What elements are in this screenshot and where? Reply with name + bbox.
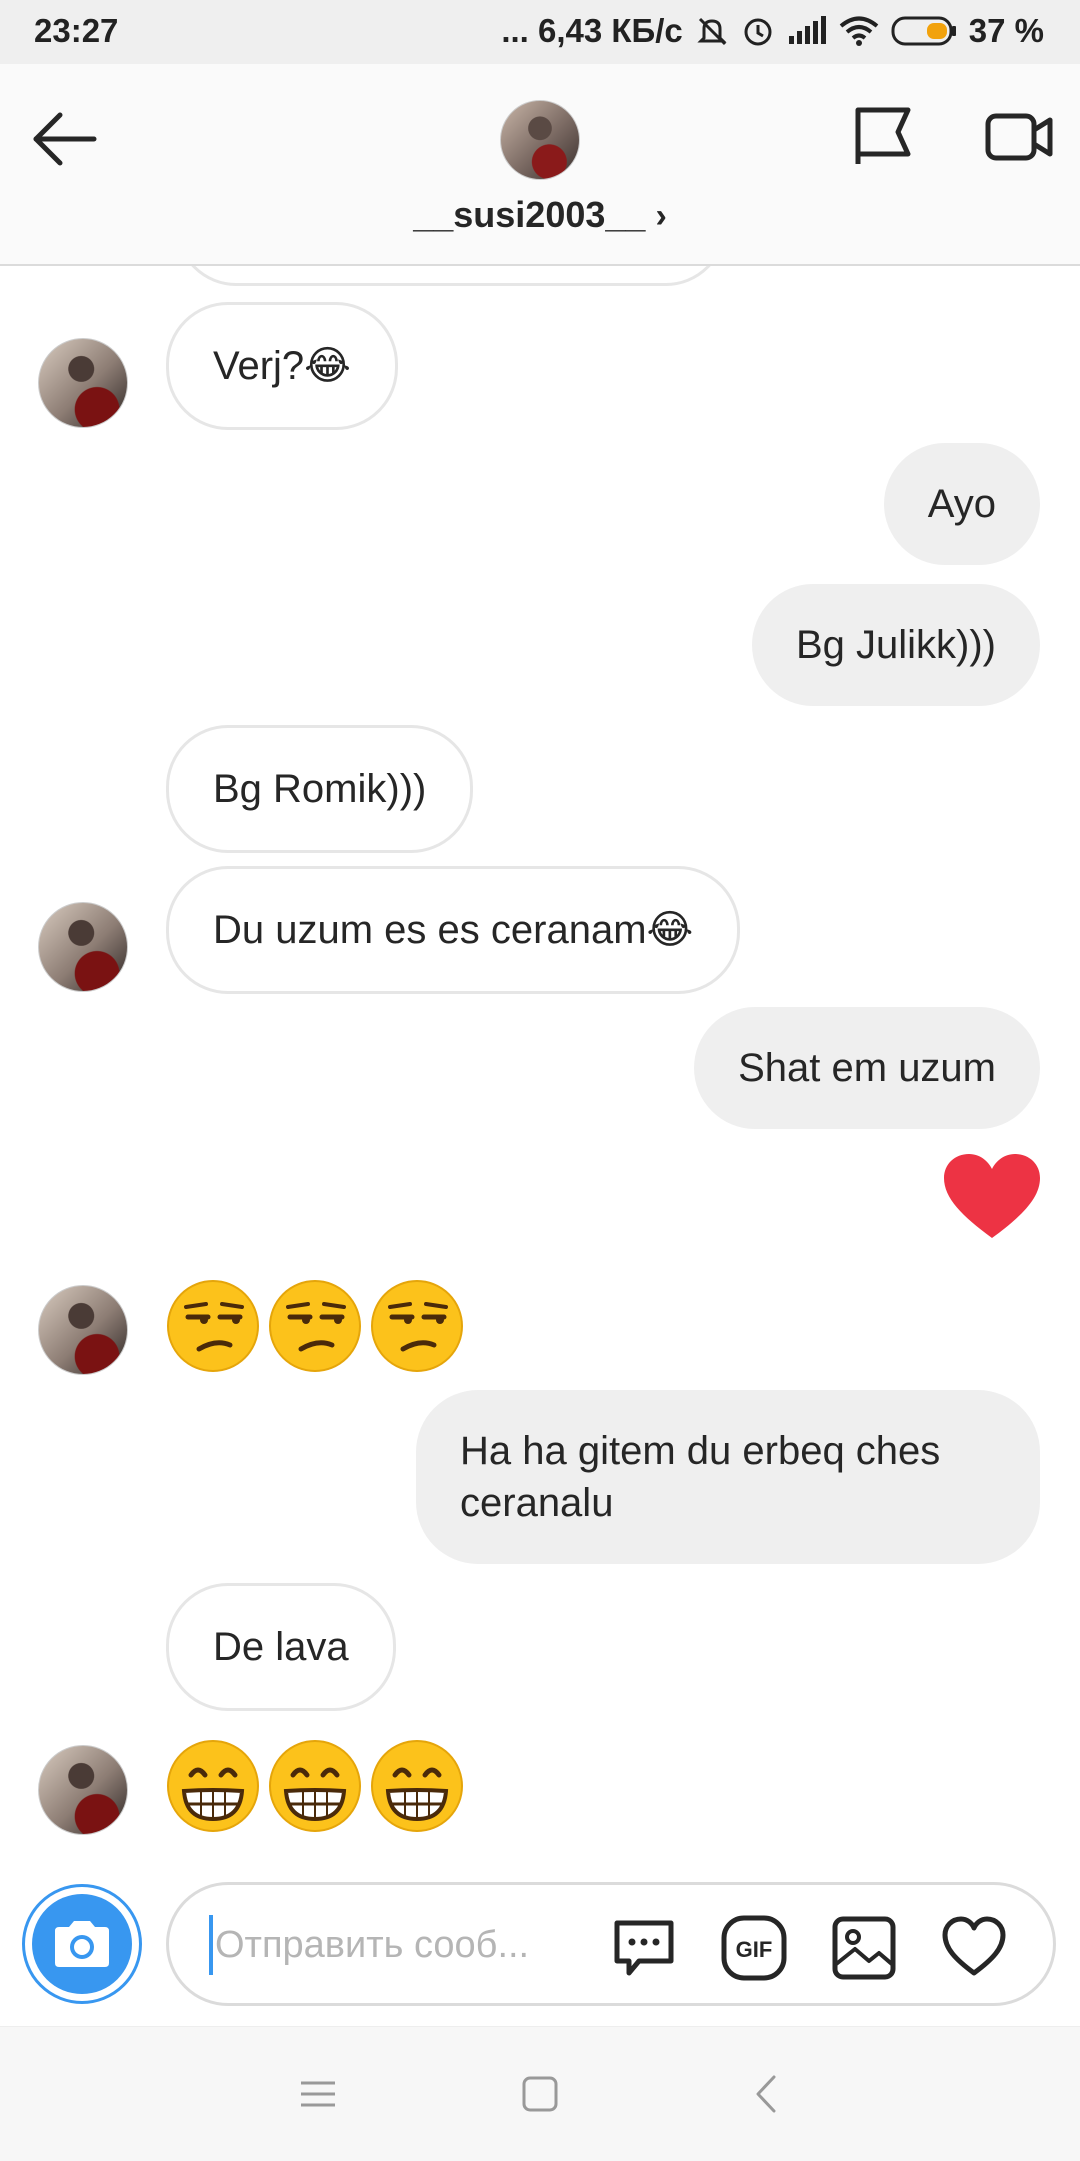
status-icons: ... 6,43 КБ/с 37 % [501,12,1044,50]
signal-icon [788,16,826,44]
unamused-face-icon [269,1280,361,1372]
message-bubble-incoming[interactable]: Du uzum es es ceranam😂 [166,866,741,994]
avatar[interactable] [38,338,128,428]
network-speed: ... 6,43 КБ/с [501,12,683,49]
system-nav-bar [0,2026,1080,2161]
battery-icon [891,16,956,46]
header-username[interactable]: __susi2003__ › [0,194,1080,236]
message-list[interactable]: Verj?😂 Ayo Bg Julikk))) Bg Romik))) Du u… [0,266,1080,1866]
home-icon[interactable] [515,2069,565,2119]
mute-icon [697,17,727,46]
grinning-face-icon [371,1740,463,1832]
message-bubble-partial [176,266,726,286]
message-bubble-outgoing[interactable]: Ha ha gitem du erbeq ches ceranalu [416,1390,1040,1564]
arrow-left-icon[interactable] [30,104,100,174]
gif-icon[interactable]: GIF [721,1915,787,1981]
message-input-container: GIF [166,1882,1056,2006]
message-bubble-outgoing[interactable]: Shat em uzum [694,1007,1040,1129]
video-camera-icon[interactable] [984,102,1054,172]
camera-button[interactable] [22,1884,142,2004]
heart-icon[interactable] [942,1152,1042,1242]
message-bubble-incoming[interactable]: De lava [166,1583,396,1711]
avatar[interactable] [38,1285,128,1375]
grinning-face-icon [167,1740,259,1832]
status-time: 23:27 [34,12,119,49]
grinning-face-icon [269,1740,361,1832]
avatar[interactable] [38,902,128,992]
emoji-message[interactable] [166,1739,464,1833]
camera-icon [32,1894,132,1994]
svg-text:GIF: GIF [736,1937,773,1962]
heart-icon[interactable] [941,1915,1007,1981]
unamused-face-icon [167,1280,259,1372]
status-bar: 23:27 ... 6,43 КБ/с 37 % [0,0,1080,64]
unamused-face-icon [371,1280,463,1372]
emoji-message[interactable] [166,1279,464,1373]
message-bubble-incoming[interactable]: Bg Romik))) [166,725,474,853]
flag-icon[interactable] [848,102,918,172]
message-bubble-outgoing[interactable]: Ayo [883,443,1040,565]
alarm-icon [744,18,772,46]
message-input[interactable] [209,1915,595,1975]
message-bubble-incoming[interactable]: Verj?😂 [166,302,398,430]
image-icon[interactable] [831,1915,897,1981]
menu-icon[interactable] [293,2069,343,2119]
header-avatar[interactable] [500,100,580,180]
back-nav-icon[interactable] [742,2069,792,2119]
avatar[interactable] [38,1745,128,1835]
username-text: __susi2003__ [413,194,646,235]
battery-percent: 37 % [968,12,1044,49]
chat-bubble-icon[interactable] [611,1915,677,1981]
wifi-icon [839,16,879,46]
chevron-right-icon: › [655,197,667,235]
message-bubble-outgoing[interactable]: Bg Julikk))) [751,584,1040,706]
chat-header: __susi2003__ › [0,64,1080,266]
message-composer: GIF [0,1866,1080,2026]
